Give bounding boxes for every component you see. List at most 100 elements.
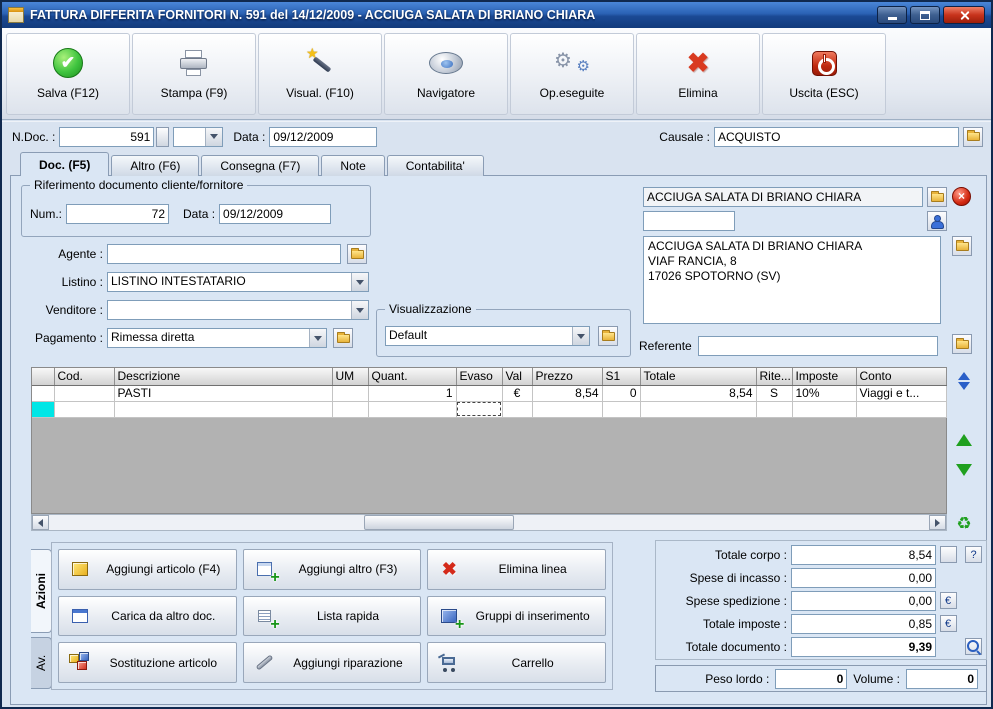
address-lookup-button[interactable] [952, 236, 972, 256]
doc-type-select[interactable] [173, 126, 224, 147]
spedizione-euro-button[interactable]: € [939, 592, 957, 609]
spese-incasso-field[interactable] [791, 567, 936, 588]
cell-totale[interactable] [640, 401, 757, 418]
exit-button[interactable]: Uscita (ESC) [762, 32, 886, 115]
delete-line-button[interactable]: ✖ Elimina linea [427, 549, 606, 590]
maximize-button[interactable] [910, 6, 940, 24]
column-header-cod[interactable]: Cod. [54, 368, 115, 386]
listino-select[interactable]: LISTINO INTESTATARIO [107, 272, 369, 292]
cell-s1[interactable]: 0 [602, 385, 641, 402]
column-header-rite[interactable]: Rite... [756, 368, 793, 386]
vertical-tab-azioni[interactable]: Azioni [31, 549, 52, 633]
customer-code-field[interactable] [643, 211, 735, 231]
tab-note[interactable]: Note [321, 155, 385, 176]
tab-consegna[interactable]: Consegna (F7) [201, 155, 320, 176]
cell-prezzo[interactable]: 8,54 [532, 385, 603, 402]
cell-val[interactable]: € [502, 385, 533, 402]
peso-lordo-field[interactable] [775, 668, 848, 689]
quick-list-button[interactable]: + Lista rapida [242, 595, 422, 637]
selected-row-indicator[interactable] [32, 401, 55, 418]
print-button[interactable]: Stampa (F9) [132, 32, 256, 115]
minimize-button[interactable] [877, 6, 907, 24]
insert-groups-button[interactable]: + Gruppi di inserimento [427, 595, 606, 637]
add-other-button[interactable]: + Aggiungi altro (F3) [242, 549, 422, 590]
tab-doc[interactable]: Doc. (F5) [20, 152, 110, 176]
customer-contact-button[interactable] [927, 211, 947, 231]
cell-quant[interactable]: 1 [368, 385, 457, 402]
ndoc-input[interactable] [59, 126, 155, 147]
add-article-button[interactable]: Aggiungi articolo (F4) [58, 549, 237, 590]
totale-corpo-field[interactable] [791, 544, 936, 565]
load-from-doc-button[interactable]: Carica da altro doc. [58, 595, 237, 637]
chevron-down-icon[interactable] [351, 273, 368, 291]
cell-imposte[interactable]: 10% [792, 385, 857, 402]
chevron-down-icon[interactable] [205, 127, 223, 146]
row-up-button[interactable] [952, 428, 976, 452]
cart-button[interactable]: Carrello [427, 642, 606, 683]
cell-s1[interactable] [602, 401, 641, 418]
cell-prezzo[interactable] [532, 401, 603, 418]
column-header-prezzo[interactable]: Prezzo [532, 368, 603, 386]
preview-button[interactable]: ★ Visual. (F10) [258, 32, 382, 115]
pagamento-lookup-button[interactable] [333, 328, 353, 348]
customer-clear-button[interactable]: × [952, 187, 971, 206]
cell-rite[interactable] [756, 401, 793, 418]
cell-descrizione[interactable] [114, 401, 333, 418]
column-header-evaso[interactable]: Evaso [456, 368, 503, 386]
customer-name-field[interactable] [643, 187, 923, 207]
column-header-descrizione[interactable]: Descrizione [114, 368, 333, 386]
save-button[interactable]: ✔ Salva (F12) [6, 32, 130, 115]
volume-field[interactable] [906, 668, 978, 689]
scrollbar-track[interactable] [49, 515, 929, 530]
corpo-extra-button[interactable] [939, 546, 957, 563]
delete-button[interactable]: ✖ Elimina [636, 32, 760, 115]
visualizzazione-select[interactable]: Default [385, 326, 590, 346]
column-header-totale[interactable]: Totale [640, 368, 757, 386]
chevron-down-icon[interactable] [572, 327, 589, 345]
chevron-down-icon[interactable] [351, 301, 368, 319]
column-header-quant[interactable]: Quant. [368, 368, 457, 386]
referente-lookup-button[interactable] [952, 334, 972, 354]
cell-conto[interactable] [856, 401, 947, 418]
cell-rite[interactable]: S [756, 385, 793, 402]
cell-imposte[interactable] [792, 401, 857, 418]
cell-evaso[interactable] [456, 385, 503, 402]
operations-button[interactable]: ⚙ ⚙ Op.eseguite [510, 32, 634, 115]
cell-quant[interactable] [368, 401, 457, 418]
cell-um[interactable] [332, 401, 369, 418]
column-header-conto[interactable]: Conto [856, 368, 947, 386]
row-down-button[interactable] [952, 458, 976, 482]
cell-val[interactable] [502, 401, 533, 418]
scroll-left-button[interactable] [32, 515, 49, 530]
tab-altro[interactable]: Altro (F6) [111, 155, 200, 176]
scroll-right-button[interactable] [929, 515, 946, 530]
customer-address-box[interactable]: ACCIUGA SALATA DI BRIANO CHIARA VIAF RAN… [643, 236, 941, 324]
rif-data-input[interactable] [219, 204, 332, 224]
navigator-button[interactable]: Navigatore [384, 32, 508, 115]
totale-imposte-field[interactable] [791, 613, 936, 634]
rif-num-input[interactable] [66, 204, 170, 224]
column-header-imposte[interactable]: Imposte [792, 368, 857, 386]
doc-date-input[interactable] [269, 126, 378, 147]
column-header-s1[interactable]: S1 [602, 368, 641, 386]
agente-input[interactable] [107, 244, 341, 264]
totale-documento-field[interactable] [791, 636, 936, 657]
chevron-down-icon[interactable] [309, 329, 326, 347]
pagamento-select[interactable]: Rimessa diretta [107, 328, 327, 348]
column-header-val[interactable]: Val [502, 368, 533, 386]
cell-descrizione[interactable]: PASTI [114, 385, 333, 402]
ndoc-lookup-button[interactable] [156, 126, 170, 147]
help-button[interactable]: ? [965, 546, 982, 563]
row-indicator[interactable] [32, 385, 55, 402]
venditore-select[interactable] [107, 300, 369, 320]
cell-cod[interactable] [54, 401, 115, 418]
add-repair-button[interactable]: Aggiungi riparazione [242, 642, 422, 683]
grid-horizontal-scrollbar[interactable] [31, 514, 947, 531]
focused-cell-evaso[interactable] [456, 401, 503, 418]
cell-um[interactable] [332, 385, 369, 402]
scrollbar-thumb[interactable] [364, 515, 514, 530]
customer-lookup-button[interactable] [927, 187, 947, 207]
column-header-um[interactable]: UM [332, 368, 369, 386]
referente-input[interactable] [697, 336, 938, 356]
imposte-euro-button[interactable]: € [939, 615, 957, 632]
